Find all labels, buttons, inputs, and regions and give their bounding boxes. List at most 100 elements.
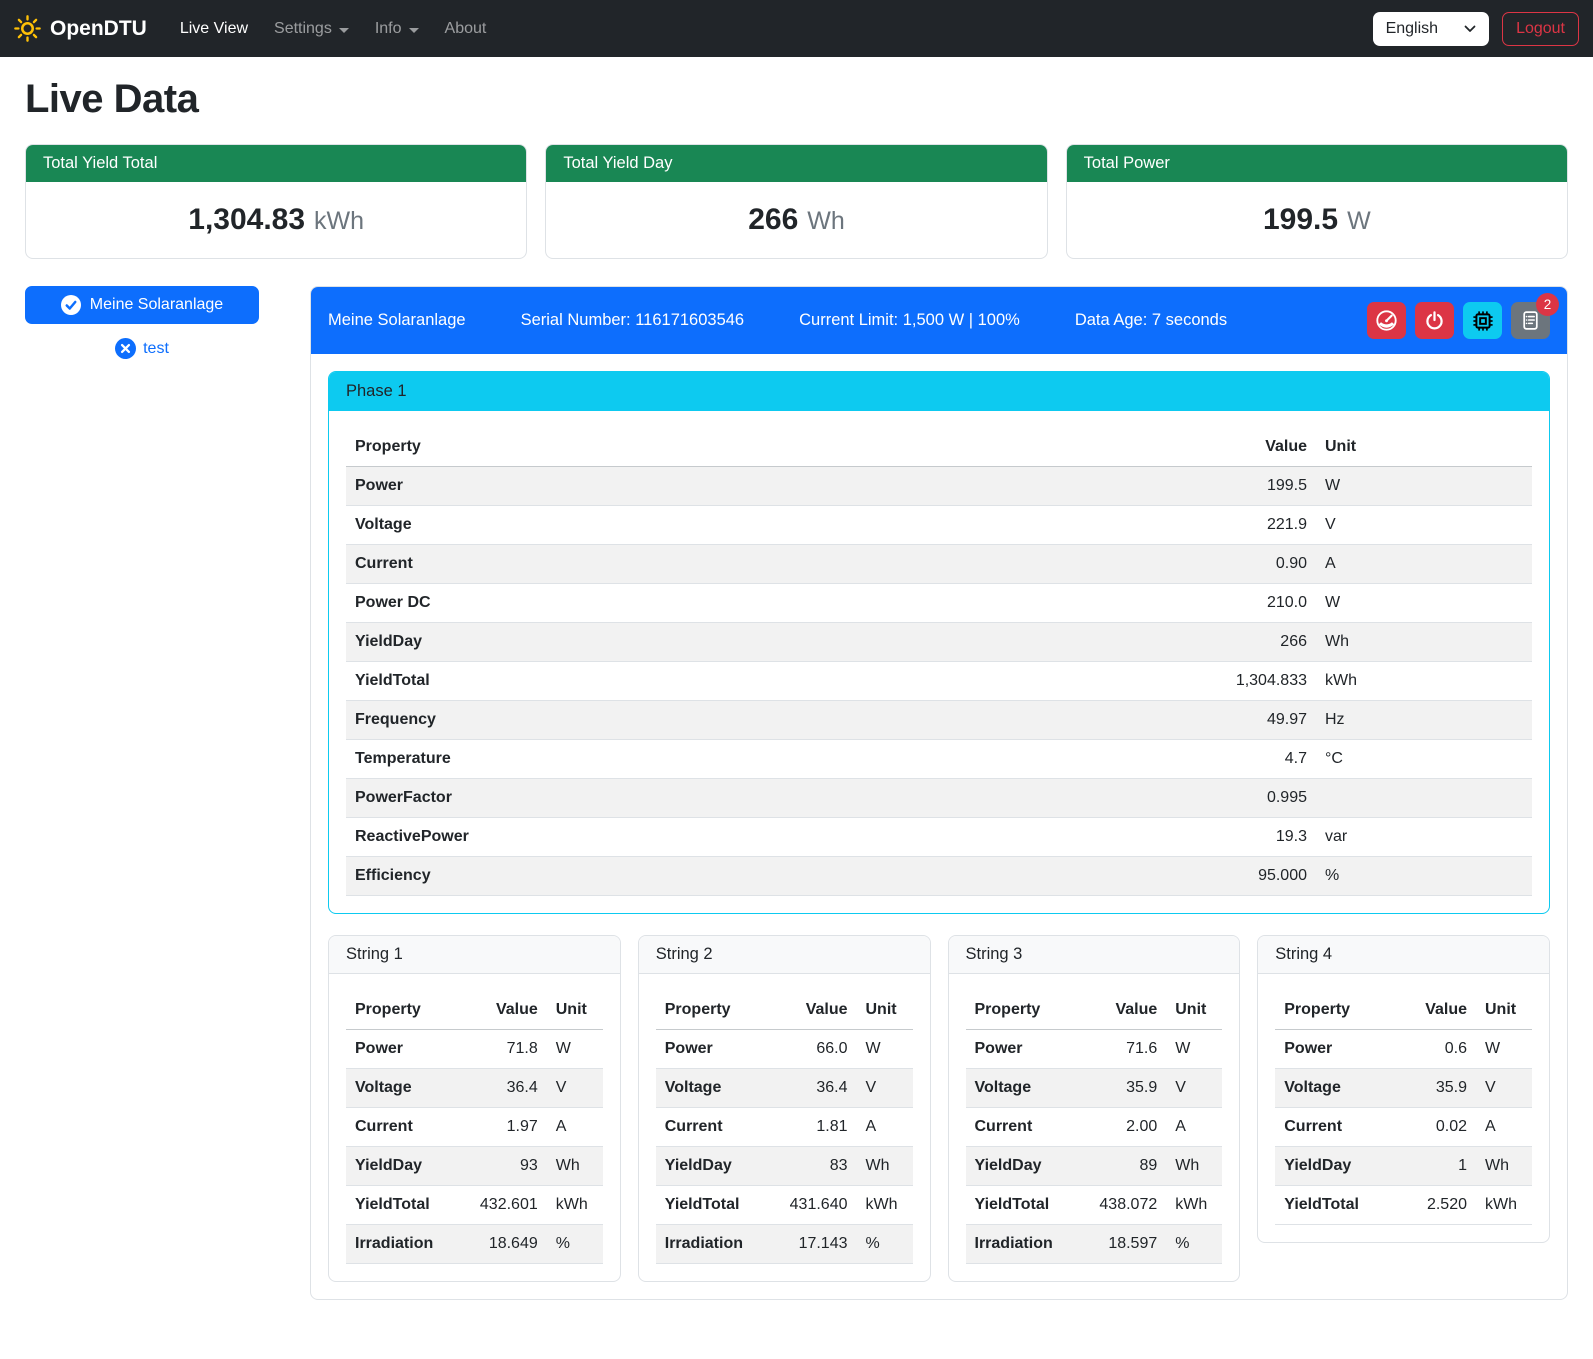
nav-info-label: Info: [375, 20, 402, 38]
col-property: Property: [966, 991, 1071, 1030]
event-log-button[interactable]: 2: [1511, 302, 1550, 339]
table-row: YieldTotal432.601kWh: [346, 1186, 603, 1225]
limit-settings-button[interactable]: [1367, 302, 1406, 339]
table-row: Temperature4.7°C: [346, 740, 1532, 779]
table-row: Irradiation18.649%: [346, 1225, 603, 1264]
inverter-card: Meine Solaranlage Serial Number: 1161716…: [310, 286, 1568, 1300]
event-count-badge: 2: [1536, 293, 1559, 316]
table-row: Power DC210.0W: [346, 584, 1532, 623]
string-title: String 4: [1258, 936, 1549, 974]
nav-info[interactable]: Info: [362, 11, 432, 47]
x-circle-icon: [115, 338, 136, 359]
inverter-serial: Serial Number: 116171603546: [521, 311, 745, 330]
device-info-button[interactable]: [1463, 302, 1502, 339]
table-row: Voltage36.4V: [346, 1069, 603, 1108]
table-row: Voltage221.9V: [346, 506, 1532, 545]
table-row: YieldTotal431.640kWh: [656, 1186, 913, 1225]
col-value: Value: [1166, 428, 1316, 467]
inverter-item-test[interactable]: test: [25, 338, 259, 359]
string-2-table: Property Value Unit Power66.0W Voltage36…: [656, 991, 913, 1264]
inverter-list: Meine Solaranlage test: [25, 286, 284, 359]
page-title: Live Data: [25, 77, 1568, 122]
card-unit: W: [1347, 207, 1371, 236]
string-title: String 3: [949, 936, 1240, 974]
check-circle-icon: [61, 295, 81, 315]
col-unit: Unit: [1166, 991, 1222, 1030]
table-header-row: Property Value Unit: [1275, 991, 1532, 1030]
col-value: Value: [1380, 991, 1476, 1030]
table-row: PowerFactor0.995: [346, 779, 1532, 818]
inverter-item-selected[interactable]: Meine Solaranlage: [25, 286, 259, 324]
journal-icon: [1520, 310, 1541, 331]
inverter-item-label: test: [143, 340, 169, 358]
card-title: Total Power: [1067, 145, 1567, 182]
brand-label: OpenDTU: [50, 17, 147, 41]
sun-icon: [14, 15, 41, 42]
table-row: Current2.00A: [966, 1108, 1223, 1147]
inverter-name: Meine Solaranlage: [328, 311, 466, 330]
power-toggle-button[interactable]: [1415, 302, 1454, 339]
table-row: YieldTotal438.072kWh: [966, 1186, 1223, 1225]
nav-live-view[interactable]: Live View: [167, 11, 261, 47]
card-unit: kWh: [314, 207, 364, 236]
table-row: ReactivePower19.3var: [346, 818, 1532, 857]
table-row: YieldDay89Wh: [966, 1147, 1223, 1186]
string-3-card: String 3 Property Value Unit: [948, 935, 1241, 1282]
table-header-row: Property Value Unit: [966, 991, 1223, 1030]
table-row: Current0.90A: [346, 545, 1532, 584]
string-4-table: Property Value Unit Power0.6W Voltage35.…: [1275, 991, 1532, 1225]
string-1-card: String 1 Property Value Unit: [328, 935, 621, 1282]
total-yield-day-card: Total Yield Day 266 Wh: [545, 144, 1047, 259]
table-row: Voltage35.9V: [1275, 1069, 1532, 1108]
nav-about[interactable]: About: [432, 11, 500, 47]
col-property: Property: [1275, 991, 1380, 1030]
brand[interactable]: OpenDTU: [14, 15, 147, 42]
table-row: Current1.97A: [346, 1108, 603, 1147]
phase-title: Phase 1: [329, 372, 1549, 411]
table-row: Current1.81A: [656, 1108, 913, 1147]
chevron-down-icon: [1464, 25, 1476, 33]
table-row: Frequency49.97Hz: [346, 701, 1532, 740]
col-unit: Unit: [1316, 428, 1532, 467]
language-select-value: English: [1386, 20, 1438, 38]
nav-settings[interactable]: Settings: [261, 11, 362, 47]
col-value: Value: [451, 991, 547, 1030]
nav-settings-label: Settings: [274, 20, 332, 38]
table-row: Power0.6W: [1275, 1030, 1532, 1069]
table-row: Power66.0W: [656, 1030, 913, 1069]
power-icon: [1424, 310, 1445, 331]
table-header-row: Property Value Unit: [346, 991, 603, 1030]
col-property: Property: [346, 991, 451, 1030]
col-property: Property: [656, 991, 761, 1030]
table-row: YieldTotal1,304.833kWh: [346, 662, 1532, 701]
logout-button[interactable]: Logout: [1502, 12, 1579, 46]
summary-cards: Total Yield Total 1,304.83 kWh Total Yie…: [25, 144, 1568, 259]
table-row: Current0.02A: [1275, 1108, 1532, 1147]
string-title: String 2: [639, 936, 930, 974]
phase-table: Property Value Unit Power199.5W Voltage2…: [346, 428, 1532, 896]
table-row: YieldDay1Wh: [1275, 1147, 1532, 1186]
inverter-header: Meine Solaranlage Serial Number: 1161716…: [311, 287, 1567, 354]
col-value: Value: [1070, 991, 1166, 1030]
language-select[interactable]: English: [1373, 12, 1489, 46]
string-4-card: String 4 Property Value Unit: [1257, 935, 1550, 1243]
chevron-down-icon: [409, 28, 419, 33]
table-row: Irradiation17.143%: [656, 1225, 913, 1264]
col-unit: Unit: [857, 991, 913, 1030]
table-row: Irradiation18.597%: [966, 1225, 1223, 1264]
table-row: Efficiency95.000%: [346, 857, 1532, 896]
navbar: OpenDTU Live View Settings Info About En…: [0, 0, 1593, 57]
card-title: Total Yield Total: [26, 145, 526, 182]
phase-panel: Phase 1 Property Value Unit: [328, 371, 1550, 914]
table-header-row: Property Value Unit: [346, 428, 1532, 467]
cpu-icon: [1471, 309, 1495, 333]
total-power-card: Total Power 199.5 W: [1066, 144, 1568, 259]
strings-row: String 1 Property Value Unit: [328, 935, 1550, 1282]
nav-links: Live View Settings Info About: [167, 11, 1373, 47]
chevron-down-icon: [339, 28, 349, 33]
col-property: Property: [346, 428, 1166, 467]
card-unit: Wh: [807, 207, 845, 236]
table-row: YieldDay266Wh: [346, 623, 1532, 662]
table-row: Power199.5W: [346, 467, 1532, 506]
card-value: 266: [748, 203, 798, 237]
